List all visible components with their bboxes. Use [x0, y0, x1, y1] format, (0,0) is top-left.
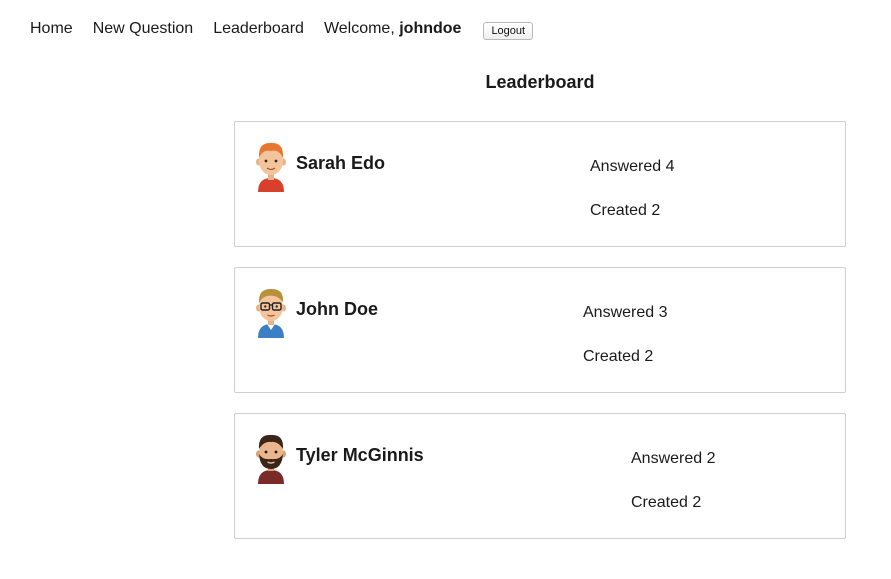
welcome-text: Welcome, johndoe — [324, 20, 462, 38]
user-name: Sarah Edo — [296, 153, 386, 173]
leaderboard-card: Tyler McGinnis Answered 2 Created 2 — [234, 413, 846, 539]
answered-count: Answered 3 — [583, 304, 668, 321]
answered-count: Answered 4 — [590, 158, 675, 175]
user-name: John Doe — [296, 299, 379, 319]
welcome-prefix: Welcome, — [323, 20, 400, 37]
created-count: Created 2 — [631, 494, 702, 511]
page-title: Leaderboard — [485, 72, 595, 92]
nav-leaderboard-link[interactable]: Leaderboard — [213, 20, 304, 38]
nav-new-question-link[interactable]: New Question — [93, 20, 194, 38]
username: johndoe — [399, 20, 462, 37]
leaderboard-card: Sarah Edo Answered 4 Created 2 — [234, 121, 846, 247]
nav-home-link[interactable]: Home — [30, 20, 73, 38]
avatar-red-hair-icon — [255, 140, 287, 192]
created-count: Created 2 — [590, 202, 661, 219]
logout-button[interactable]: Logout — [483, 21, 534, 40]
top-nav: Home New Question Leaderboard Welcome, j… — [30, 18, 534, 40]
created-count: Created 2 — [583, 348, 654, 365]
avatar-glasses-icon — [255, 286, 287, 338]
user-name: Tyler McGinnis — [296, 445, 424, 465]
avatar-beard-icon — [255, 432, 287, 484]
leaderboard-card: John Doe Answered 3 Created 2 — [234, 267, 846, 393]
answered-count: Answered 2 — [631, 450, 716, 467]
